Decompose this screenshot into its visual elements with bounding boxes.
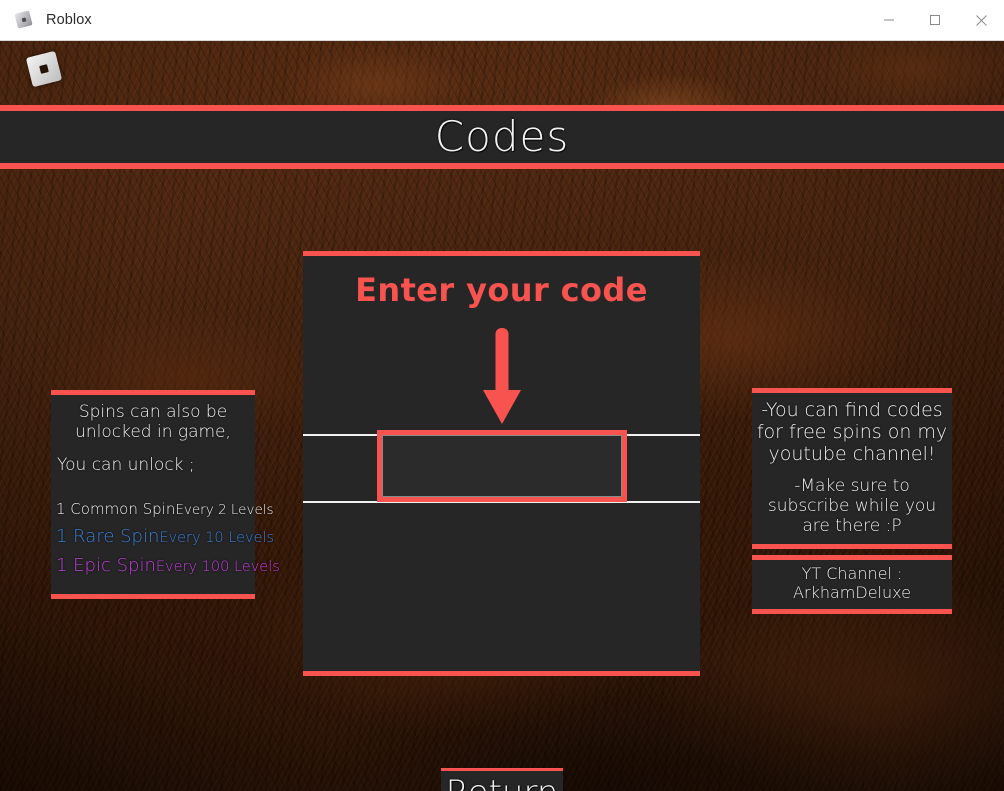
- spin-row-common: 1 Common Spin Every 2 Levels: [55, 500, 274, 519]
- spin-row-common-label: 1 Common Spin: [56, 500, 176, 519]
- yt-channel-body: YT Channel : ArkhamDeluxe: [752, 560, 952, 609]
- game-roblox-logo-icon: [22, 47, 66, 91]
- unlock-label: You can unlock ;: [57, 455, 195, 476]
- spins-intro-line-1: Spins can also be: [78, 402, 228, 422]
- yt-channel-name: ArkhamDeluxe: [793, 582, 911, 602]
- spins-intro-text: Spins can also be unlocked in game,: [55, 402, 251, 442]
- roblox-game-window: Roblox Codes Spins can also be unlocked …: [0, 0, 1004, 791]
- enter-code-heading: Enter your code: [355, 271, 648, 309]
- spin-row-rare-value: Every 10 Levels: [159, 530, 275, 547]
- spins-intro-line-2: unlocked in game,: [75, 421, 231, 442]
- right-panel-body: -You can find codes for free spins on my…: [752, 393, 952, 545]
- minimize-icon: [884, 19, 894, 21]
- page-title: Codes: [434, 112, 570, 161]
- code-panel-bottom-rule: [303, 671, 700, 676]
- close-button[interactable]: [958, 0, 1004, 40]
- enter-code-panel: Enter your code: [303, 251, 700, 676]
- right-panel-bottom-rule: [752, 544, 952, 550]
- roblox-logo-icon: [14, 10, 34, 30]
- spin-row-rare: 1 Rare Spin Every 10 Levels: [55, 526, 274, 548]
- youtube-info-panel: -You can find codes for free spins on my…: [752, 388, 952, 550]
- return-button[interactable]: Return: [441, 768, 563, 791]
- yt-channel-bottom-rule: [752, 608, 952, 614]
- header-body: Codes: [0, 111, 1004, 163]
- maximize-button[interactable]: [912, 0, 958, 40]
- left-panel-body: Spins can also be unlocked in game, You …: [51, 395, 280, 595]
- subscribe-text: -Make sure to subscribe while you are th…: [767, 476, 937, 536]
- spins-info-panel: Spins can also be unlocked in game, You …: [51, 390, 280, 600]
- maximize-icon: [930, 15, 940, 25]
- youtube-codes-text: -You can find codes for free spins on my…: [756, 399, 948, 466]
- close-icon: [975, 14, 987, 26]
- spin-row-common-value: Every 2 Levels: [175, 502, 274, 519]
- return-body: Return: [441, 771, 563, 791]
- left-panel-bottom-rule: [51, 594, 255, 600]
- window-titlebar: Roblox: [0, 0, 1004, 41]
- game-viewport: Codes Spins can also be unlocked in game…: [0, 41, 1004, 791]
- spin-row-rare-label: 1 Rare Spin: [56, 526, 160, 548]
- spin-row-epic-value: Every 100 Levels: [155, 559, 280, 576]
- yt-channel-panel: YT Channel : ArkhamDeluxe: [752, 555, 952, 614]
- minimize-button[interactable]: [866, 0, 912, 40]
- spin-row-epic: 1 Epic Spin Every 100 Levels: [55, 555, 280, 577]
- codes-header-bar: Codes: [0, 105, 1004, 169]
- header-bottom-rule: [0, 163, 1004, 169]
- spin-rows: 1 Common Spin Every 2 Levels 1 Rare Spin…: [55, 500, 280, 577]
- down-arrow-icon: [482, 328, 521, 424]
- window-title: Roblox: [46, 12, 92, 28]
- return-button-label: Return: [446, 776, 559, 791]
- code-panel-body: Enter your code: [303, 256, 700, 671]
- yt-channel-label: YT Channel :: [801, 564, 903, 583]
- spin-row-epic-label: 1 Epic Spin: [56, 555, 156, 577]
- code-input[interactable]: [376, 430, 627, 502]
